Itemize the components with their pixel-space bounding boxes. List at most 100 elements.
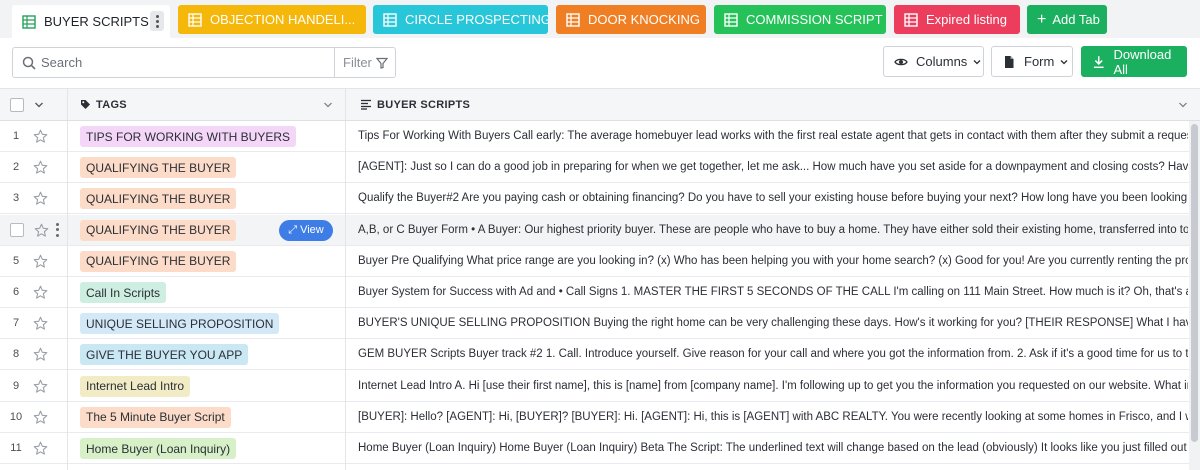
data-grid: TAGS BUYER SCRIPTS 1 TIPS FOR WORKING WIT… xyxy=(0,88,1200,470)
form-button[interactable]: Form xyxy=(991,46,1073,77)
row-menu-icon[interactable] xyxy=(55,222,59,237)
chevron-down-icon xyxy=(1060,59,1068,64)
star-icon[interactable] xyxy=(34,223,49,238)
row-number: 6 xyxy=(12,286,20,298)
tab-objection-handling[interactable]: OBJECTION HANDELI... xyxy=(178,5,366,34)
table-row[interactable]: 11 Home Buyer (Loan Inquiry) Home Buyer (L… xyxy=(0,433,1200,464)
table-row[interactable]: 3 QUALIFYING THE BUYER Qualify the Buyer#2… xyxy=(0,183,1200,215)
column-header-label: TAGS xyxy=(96,98,127,111)
grid-header: TAGS BUYER SCRIPTS xyxy=(0,88,1200,121)
tag-badge[interactable]: Internet Lead Intro xyxy=(80,375,191,397)
star-icon[interactable] xyxy=(33,410,48,425)
vertical-scrollbar[interactable] xyxy=(1189,121,1200,470)
filter-label: Filter xyxy=(343,55,372,70)
plus-icon: + xyxy=(1037,10,1047,28)
tag-badge[interactable]: TIPS FOR WORKING WITH BUYERS xyxy=(80,126,297,147)
row-number: 5 xyxy=(12,254,20,267)
star-icon[interactable] xyxy=(33,316,48,331)
download-all-button[interactable]: Download All xyxy=(1081,46,1187,77)
add-tab-button[interactable]: + Add Tab xyxy=(1027,5,1107,34)
select-all-checkbox[interactable] xyxy=(10,97,24,112)
tab-menu-icon[interactable] xyxy=(150,11,164,31)
form-label: Form xyxy=(1024,54,1055,69)
scrollbar-thumb[interactable] xyxy=(1191,124,1198,442)
star-icon[interactable] xyxy=(33,441,48,456)
row-checkbox[interactable] xyxy=(10,222,24,237)
add-tab-label: Add Tab xyxy=(1052,12,1100,27)
script-cell[interactable]: BUYER'S UNIQUE SELLING PROPOSITION Buyin… xyxy=(358,308,1188,338)
tab-door-knocking[interactable]: DOOR KNOCKING xyxy=(556,5,706,34)
tag-badge[interactable]: UNIQUE SELLING PROPOSITION xyxy=(80,313,280,335)
chevron-down-icon[interactable] xyxy=(34,100,44,110)
star-icon[interactable] xyxy=(33,285,48,300)
grid-icon xyxy=(188,12,202,27)
search-box: Filter xyxy=(12,47,396,78)
table-row[interactable]: QUALIFYING THE BUYER ⤢ View A,B, or C Buyer… xyxy=(0,214,1200,246)
tag-badge[interactable]: Home Buyer (Loan Inquiry) xyxy=(80,438,237,459)
tag-badge[interactable]: QUALIFYING THE BUYER xyxy=(80,219,237,241)
table-row[interactable]: 9 Internet Lead Intro Internet Lead Intro … xyxy=(0,370,1200,402)
tag-badge[interactable]: QUALIFYING THE BUYER xyxy=(80,188,237,210)
star-icon[interactable] xyxy=(33,254,48,269)
script-cell[interactable]: GEM BUYER Scripts Buyer track #2 1. Call… xyxy=(358,339,1188,369)
column-header-buyer-scripts[interactable]: BUYER SCRIPTS xyxy=(360,89,1190,120)
expand-icon: ⤢ xyxy=(288,223,298,236)
chevron-down-icon xyxy=(973,59,981,64)
star-icon[interactable] xyxy=(33,379,48,394)
tag-badge[interactable]: QUALIFYING THE BUYER xyxy=(80,250,237,272)
script-cell[interactable]: Tips For Working With Buyers Call early:… xyxy=(358,121,1188,151)
script-cell[interactable]: Internet Lead Intro A. Hi [use their fir… xyxy=(358,371,1188,401)
script-cell[interactable]: [BUYER]: Hello? [AGENT]: Hi, [BUYER]? [B… xyxy=(358,402,1188,432)
columns-button[interactable]: Columns xyxy=(883,46,984,77)
script-cell[interactable]: Buyer Pre Qualifying What price range ar… xyxy=(358,246,1188,276)
filter-button[interactable]: Filter xyxy=(334,48,396,77)
script-cell[interactable]: [AGENT]: Just so I can do a good job in … xyxy=(358,152,1188,182)
star-icon[interactable] xyxy=(33,160,48,175)
columns-label: Columns xyxy=(916,54,968,69)
view-label: View xyxy=(300,224,324,237)
tag-badge[interactable]: QUALIFYING THE BUYER xyxy=(80,157,237,179)
script-cell[interactable]: Home Buyer (Loan Inquiry) Home Buyer (Lo… xyxy=(358,433,1188,463)
script-cell[interactable]: Qualify the Buyer#2 Are you paying cash … xyxy=(358,183,1188,213)
table-row[interactable]: 5 QUALIFYING THE BUYER Buyer Pre Qualifyin… xyxy=(0,245,1200,277)
star-icon[interactable] xyxy=(33,347,48,362)
eye-icon xyxy=(894,58,908,65)
star-icon[interactable] xyxy=(33,191,48,206)
row-number: 3 xyxy=(12,192,20,205)
toolbar: Filter Columns Form Download All xyxy=(0,38,1200,88)
table-row[interactable]: 1 TIPS FOR WORKING WITH BUYERS Tips For Wo… xyxy=(0,121,1200,152)
table-row[interactable]: 6 Call In Scripts Buyer System for Success… xyxy=(0,277,1200,308)
row-number: 9 xyxy=(12,379,20,392)
tag-badge[interactable]: GIVE THE BUYER YOU APP xyxy=(80,344,249,366)
star-icon[interactable] xyxy=(33,129,48,144)
tab-label: COMMISSION SCRIPT xyxy=(746,12,883,27)
table-row[interactable]: 2 QUALIFYING THE BUYER [AGENT]: Just so I … xyxy=(0,152,1200,184)
table-row[interactable]: 7 UNIQUE SELLING PROPOSITION BUYER'S UNIQU… xyxy=(0,308,1200,340)
row-number: 7 xyxy=(12,317,20,330)
table-row[interactable]: 10 The 5 Minute Buyer Script [BUYER]: Hell… xyxy=(0,401,1200,433)
chevron-down-icon[interactable] xyxy=(323,100,333,110)
view-button[interactable]: ⤢ View xyxy=(279,219,333,241)
column-divider xyxy=(345,89,346,120)
tag-badge[interactable]: Call In Scripts xyxy=(80,282,167,303)
column-divider xyxy=(67,121,68,470)
row-number: 1 xyxy=(12,130,20,142)
row-number: 8 xyxy=(12,348,20,361)
tab-expired-listing[interactable]: Expired listing xyxy=(894,5,1020,34)
tab-circle-prospecting[interactable]: CIRCLE PROSPECTING xyxy=(373,5,548,34)
table-row[interactable]: 8 GIVE THE BUYER YOU APP GEM BUYER Scripts… xyxy=(0,339,1200,371)
chevron-down-icon[interactable] xyxy=(1178,100,1188,110)
tab-label: BUYER SCRIPTS xyxy=(44,14,149,29)
row-number: 10 xyxy=(9,410,23,423)
script-cell[interactable]: A,B, or C Buyer Form • A Buyer: Our high… xyxy=(358,215,1188,245)
column-header-tags[interactable]: TAGS xyxy=(80,89,340,120)
search-input[interactable] xyxy=(41,49,341,76)
grid-icon xyxy=(22,14,36,29)
tag-badge[interactable]: The 5 Minute Buyer Script xyxy=(80,406,231,428)
tab-label: OBJECTION HANDELI... xyxy=(210,12,356,27)
tab-label: Expired listing xyxy=(926,12,1007,27)
tab-buyer-scripts[interactable]: BUYER SCRIPTS xyxy=(12,5,170,38)
tab-commission-script[interactable]: COMMISSION SCRIPT xyxy=(714,5,886,34)
tag-icon xyxy=(81,100,90,109)
script-cell[interactable]: Buyer System for Success with Ad and • C… xyxy=(358,277,1188,307)
